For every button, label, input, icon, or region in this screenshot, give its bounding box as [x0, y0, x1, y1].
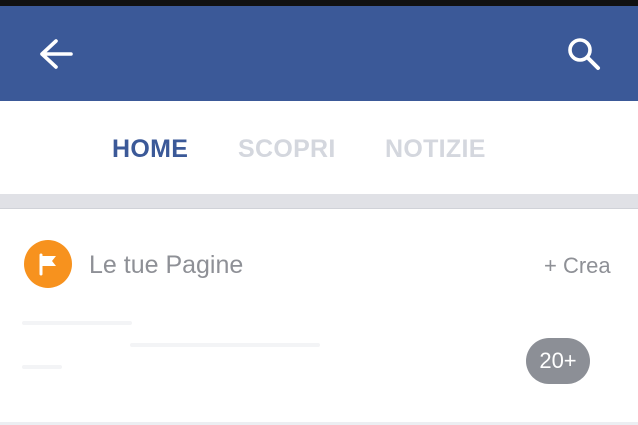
- create-page-link[interactable]: + Crea: [544, 252, 611, 280]
- section-divider: [0, 194, 638, 209]
- arrow-left-icon: [40, 39, 73, 69]
- app-bar: [0, 6, 638, 101]
- tab-notizie[interactable]: NOTIZIE: [385, 133, 486, 165]
- back-button[interactable]: [30, 32, 82, 76]
- search-button[interactable]: [558, 30, 610, 78]
- faded-content: [130, 343, 320, 347]
- pages-avatar: [24, 240, 72, 288]
- tab-home[interactable]: HOME: [112, 133, 188, 165]
- faded-content: [22, 365, 62, 369]
- count-badge: 20+: [526, 338, 590, 384]
- your-pages-section: Le tue Pagine + Crea 20+: [0, 209, 638, 425]
- search-icon: [568, 38, 600, 70]
- faded-content: [22, 321, 132, 325]
- tab-bar: HOME SCOPRI NOTIZIE: [0, 101, 638, 194]
- section-title: Le tue Pagine: [89, 251, 244, 279]
- flag-icon: [39, 253, 56, 276]
- tab-scopri[interactable]: SCOPRI: [238, 133, 336, 165]
